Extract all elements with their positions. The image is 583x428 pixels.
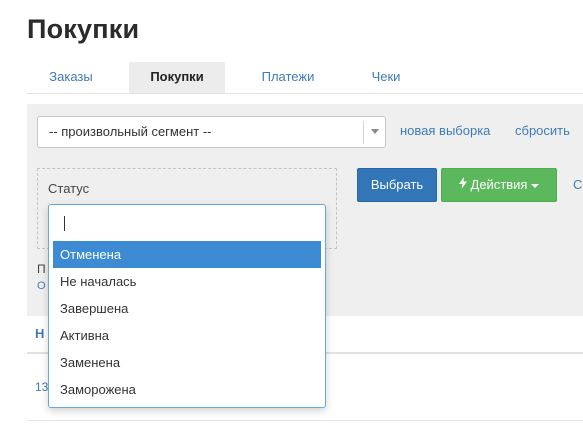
table-cell-id-link[interactable]: 13 [35,380,48,394]
truncated-link[interactable]: С [573,177,582,192]
status-option-list: Отменена Не началась Завершена Активна З… [53,241,321,403]
tab-purchases[interactable]: Покупки [129,62,225,93]
reset-link[interactable]: сбросить [515,123,570,138]
chevron-down-icon[interactable] [371,129,379,134]
status-option-not-started[interactable]: Не началась [53,268,321,295]
status-option-active[interactable]: Активна [53,322,321,349]
caret-down-icon [531,183,540,188]
status-label: Статус [48,181,90,196]
status-option-cancelled[interactable]: Отменена [53,241,321,268]
status-option-replaced[interactable]: Заменена [53,349,321,376]
segment-select-value: -- произвольный сегмент -- [49,124,212,139]
status-dropdown: Отменена Не началась Завершена Активна З… [48,204,326,408]
table-row-divider [27,420,583,421]
new-selection-link[interactable]: новая выборка [400,123,490,138]
truncated-small-link[interactable]: О [37,280,46,292]
bolt-icon [458,169,467,201]
tab-receipts[interactable]: Чеки [347,62,425,93]
table-column-header[interactable]: Н [35,326,44,341]
tab-orders[interactable]: Заказы [27,62,115,93]
select-divider [363,121,364,144]
status-option-completed[interactable]: Завершена [53,295,321,322]
segment-select[interactable]: -- произвольный сегмент -- [37,116,386,148]
actions-button-label: Действия [470,177,528,192]
tab-payments[interactable]: Платежи [239,62,337,93]
page-title: Покупки [27,14,140,44]
select-button[interactable]: Выбрать [357,168,437,202]
truncated-text: П [37,262,46,276]
status-search-input[interactable] [53,209,321,237]
actions-button[interactable]: Действия [441,168,557,202]
tab-bar: Заказы Покупки Платежи Чеки [27,62,583,94]
text-cursor [64,216,65,231]
status-option-frozen[interactable]: Заморожена [53,376,321,403]
